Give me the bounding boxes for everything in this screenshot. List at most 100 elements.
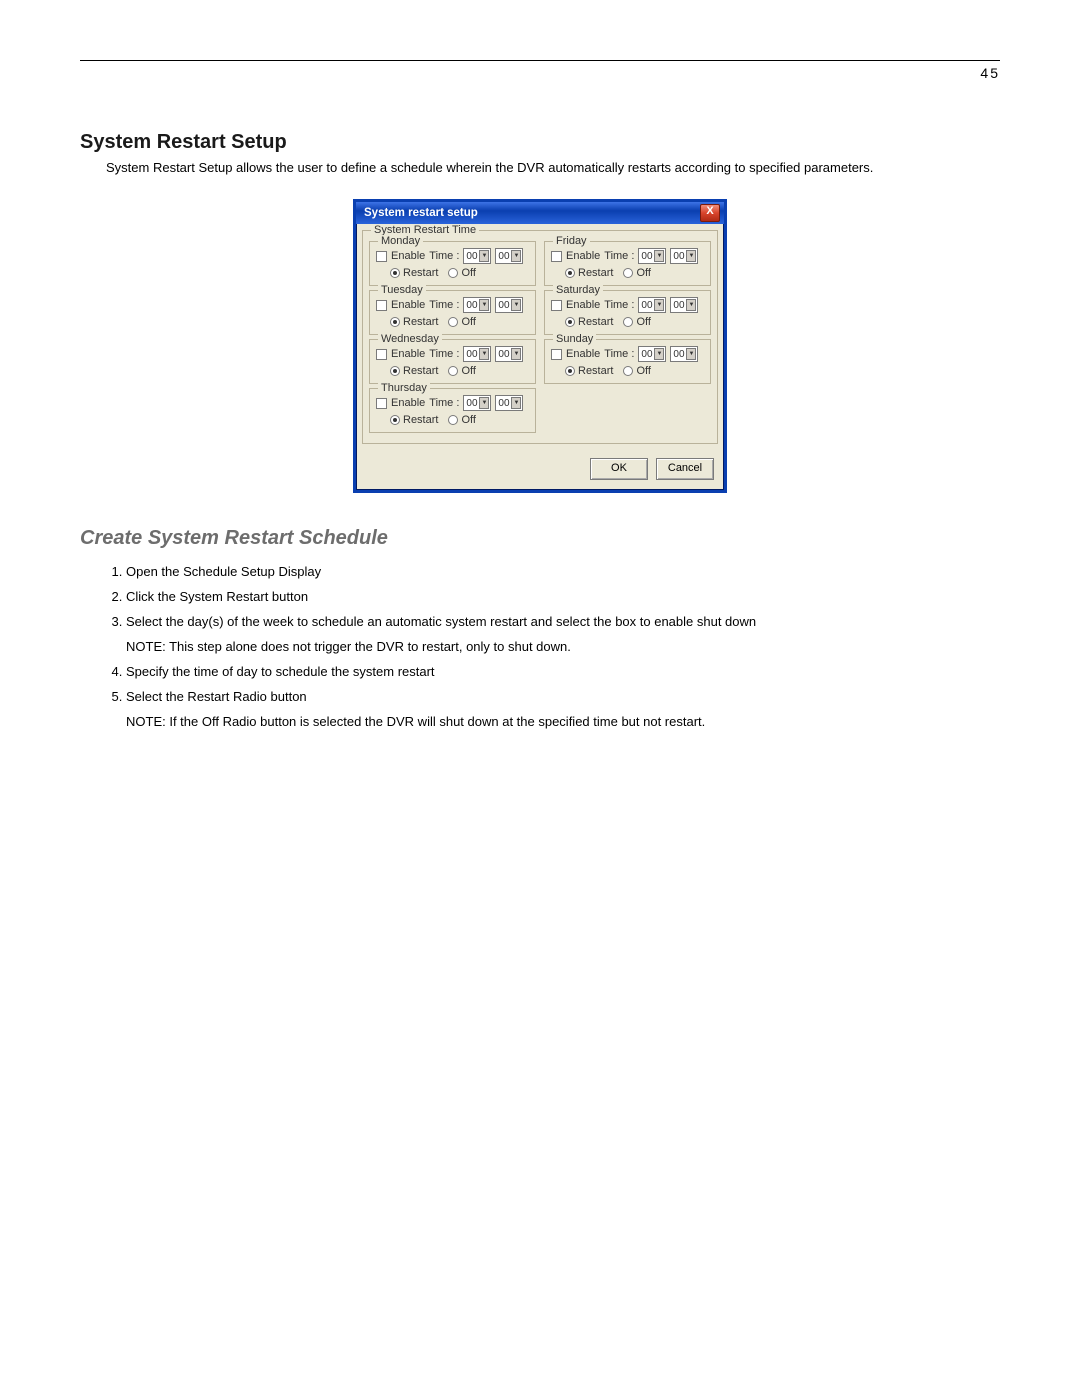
off-radio[interactable] [448,268,458,278]
enable-checkbox[interactable] [376,251,387,262]
hour-select[interactable]: 00▼ [638,248,666,264]
restart-radio[interactable] [390,366,400,376]
time-label: Time : [429,397,459,409]
enable-label: Enable [566,348,600,360]
step-1: Open the Schedule Setup Display [126,564,1000,579]
section-intro: System Restart Setup allows the user to … [106,160,1000,175]
enable-label: Enable [391,397,425,409]
restart-radio[interactable] [390,317,400,327]
off-label: Off [636,365,650,377]
hour-select[interactable]: 00▼ [463,395,491,411]
restart-radio[interactable] [565,366,575,376]
restart-label: Restart [578,267,613,279]
time-label: Time : [429,250,459,262]
chevron-down-icon: ▼ [654,250,664,262]
close-button[interactable]: X [700,204,720,222]
off-radio[interactable] [448,415,458,425]
day-group-saturday: Saturday Enable Time : 00▼ 00▼ Restart O… [544,290,711,335]
day-label: Thursday [378,382,430,394]
restart-label: Restart [403,316,438,328]
day-label: Sunday [553,333,596,345]
restart-radio[interactable] [390,415,400,425]
day-group-monday: Monday Enable Time : 00▼ 00▼ Restart Off [369,241,536,286]
time-label: Time : [604,299,634,311]
ok-button[interactable]: OK [590,458,648,480]
chevron-down-icon: ▼ [686,250,696,262]
page-number: 45 [80,65,1000,81]
enable-label: Enable [391,348,425,360]
enable-checkbox[interactable] [376,300,387,311]
chevron-down-icon: ▼ [654,299,664,311]
enable-checkbox[interactable] [551,300,562,311]
restart-radio[interactable] [565,268,575,278]
off-label: Off [461,316,475,328]
restart-radio[interactable] [390,268,400,278]
steps-list: Open the Schedule Setup Display Click th… [126,564,1000,629]
day-group-friday: Friday Enable Time : 00▼ 00▼ Restart Off [544,241,711,286]
off-radio[interactable] [448,366,458,376]
chevron-down-icon: ▼ [654,348,664,360]
hour-select[interactable]: 00▼ [463,346,491,362]
enable-checkbox[interactable] [551,251,562,262]
minute-select[interactable]: 00▼ [495,346,523,362]
minute-select[interactable]: 00▼ [670,346,698,362]
off-label: Off [636,267,650,279]
minute-select[interactable]: 00▼ [495,248,523,264]
note-1: NOTE: This step alone does not trigger t… [126,639,1000,654]
chevron-down-icon: ▼ [686,348,696,360]
enable-label: Enable [391,299,425,311]
system-restart-time-group: System Restart Time Monday Enable Time :… [362,230,718,444]
enable-label: Enable [566,250,600,262]
enable-label: Enable [566,299,600,311]
section-heading: System Restart Setup [80,131,1000,154]
off-radio[interactable] [623,317,633,327]
off-radio[interactable] [623,268,633,278]
day-label: Monday [378,235,423,247]
step-5: Select the Restart Radio button [126,689,1000,704]
off-label: Off [636,316,650,328]
dialog-button-row: OK Cancel [356,450,724,490]
chevron-down-icon: ▼ [511,299,521,311]
chevron-down-icon: ▼ [479,397,489,409]
right-column: Friday Enable Time : 00▼ 00▼ Restart Off [544,237,711,435]
hour-select[interactable]: 00▼ [463,248,491,264]
day-label: Tuesday [378,284,426,296]
chevron-down-icon: ▼ [479,348,489,360]
enable-checkbox[interactable] [551,349,562,360]
restart-label: Restart [578,316,613,328]
restart-radio[interactable] [565,317,575,327]
day-label: Friday [553,235,590,247]
subsection-heading: Create System Restart Schedule [80,527,1000,550]
dialog-titlebar: System restart setup X [356,202,724,224]
enable-label: Enable [391,250,425,262]
off-label: Off [461,414,475,426]
dialog-title: System restart setup [364,207,478,219]
hour-select[interactable]: 00▼ [638,297,666,313]
enable-checkbox[interactable] [376,398,387,409]
cancel-button[interactable]: Cancel [656,458,714,480]
restart-label: Restart [403,267,438,279]
off-radio[interactable] [623,366,633,376]
minute-select[interactable]: 00▼ [495,297,523,313]
day-label: Saturday [553,284,603,296]
time-label: Time : [429,299,459,311]
off-label: Off [461,267,475,279]
hour-select[interactable]: 00▼ [638,346,666,362]
dialog-figure: System restart setup X System Restart Ti… [80,199,1000,493]
hour-select[interactable]: 00▼ [463,297,491,313]
minute-select[interactable]: 00▼ [495,395,523,411]
step-3: Select the day(s) of the week to schedul… [126,614,1000,629]
minute-select[interactable]: 00▼ [670,248,698,264]
minute-select[interactable]: 00▼ [670,297,698,313]
restart-label: Restart [578,365,613,377]
restart-label: Restart [403,414,438,426]
off-radio[interactable] [448,317,458,327]
day-label: Wednesday [378,333,442,345]
restart-label: Restart [403,365,438,377]
left-column: Monday Enable Time : 00▼ 00▼ Restart Off [369,237,536,435]
top-rule [80,60,1000,61]
day-group-thursday: Thursday Enable Time : 00▼ 00▼ Restart O… [369,388,536,433]
chevron-down-icon: ▼ [511,348,521,360]
system-restart-setup-dialog: System restart setup X System Restart Ti… [353,199,727,493]
enable-checkbox[interactable] [376,349,387,360]
